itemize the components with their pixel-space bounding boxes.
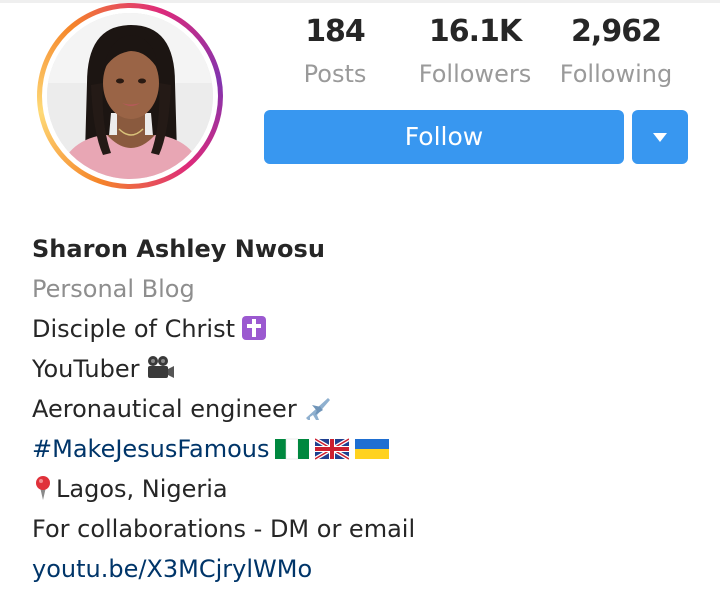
posts-count: 184 Posts [265,12,405,96]
followers-count[interactable]: 16.1K Followers [405,12,545,96]
location-pin-icon [36,476,50,500]
bio-line-disciple: Disciple of Christ [32,309,702,349]
bio-text-youtuber: YouTuber [32,355,140,383]
avatar-portrait-image [47,13,213,179]
bio-text-engineer: Aeronautical engineer [32,395,297,423]
airplane-icon [305,398,330,420]
following-count[interactable]: 2,962 Following [546,12,686,96]
posts-count-value: 184 [305,14,366,49]
bio-line-youtuber: YouTuber [32,349,702,389]
bio-line-engineer: Aeronautical engineer [32,389,702,429]
followers-count-label: Followers [418,60,532,88]
following-count-value: 2,962 [571,14,662,49]
bio-line-hashtag: #MakeJesusFamous [32,429,702,469]
top-divider [0,0,720,3]
bio-line-contact: For collaborations - DM or email [32,515,416,543]
following-count-label: Following [559,60,673,88]
nigeria-flag-icon [275,438,310,460]
follow-button[interactable]: Follow [264,110,624,164]
movie-camera-icon [148,356,175,378]
profile-avatar[interactable] [37,3,223,189]
profile-bio: Sharon Ashley Nwosu Personal Blog Discip… [32,229,702,589]
bio-text-disciple: Disciple of Christ [32,315,235,343]
avatar-ring-gap [42,8,218,184]
chevron-down-icon [653,133,667,142]
profile-name: Sharon Ashley Nwosu [32,235,325,263]
hashtag-link[interactable]: #MakeJesusFamous [32,435,269,463]
bio-location-text: Lagos, Nigeria [56,475,228,503]
followers-count-value: 16.1K [428,14,522,49]
bio-line-location: Lagos, Nigeria [32,469,702,509]
avatar-photo [47,13,213,179]
uk-flag-icon [315,437,350,461]
profile-category: Personal Blog [32,275,195,303]
bio-website-link[interactable]: youtu.be/X3MCjrylWMo [32,549,702,589]
posts-count-label: Posts [303,60,367,88]
ukraine-flag-icon [355,439,390,459]
suggested-accounts-dropdown-button[interactable] [632,110,688,164]
latin-cross-icon [242,316,266,340]
